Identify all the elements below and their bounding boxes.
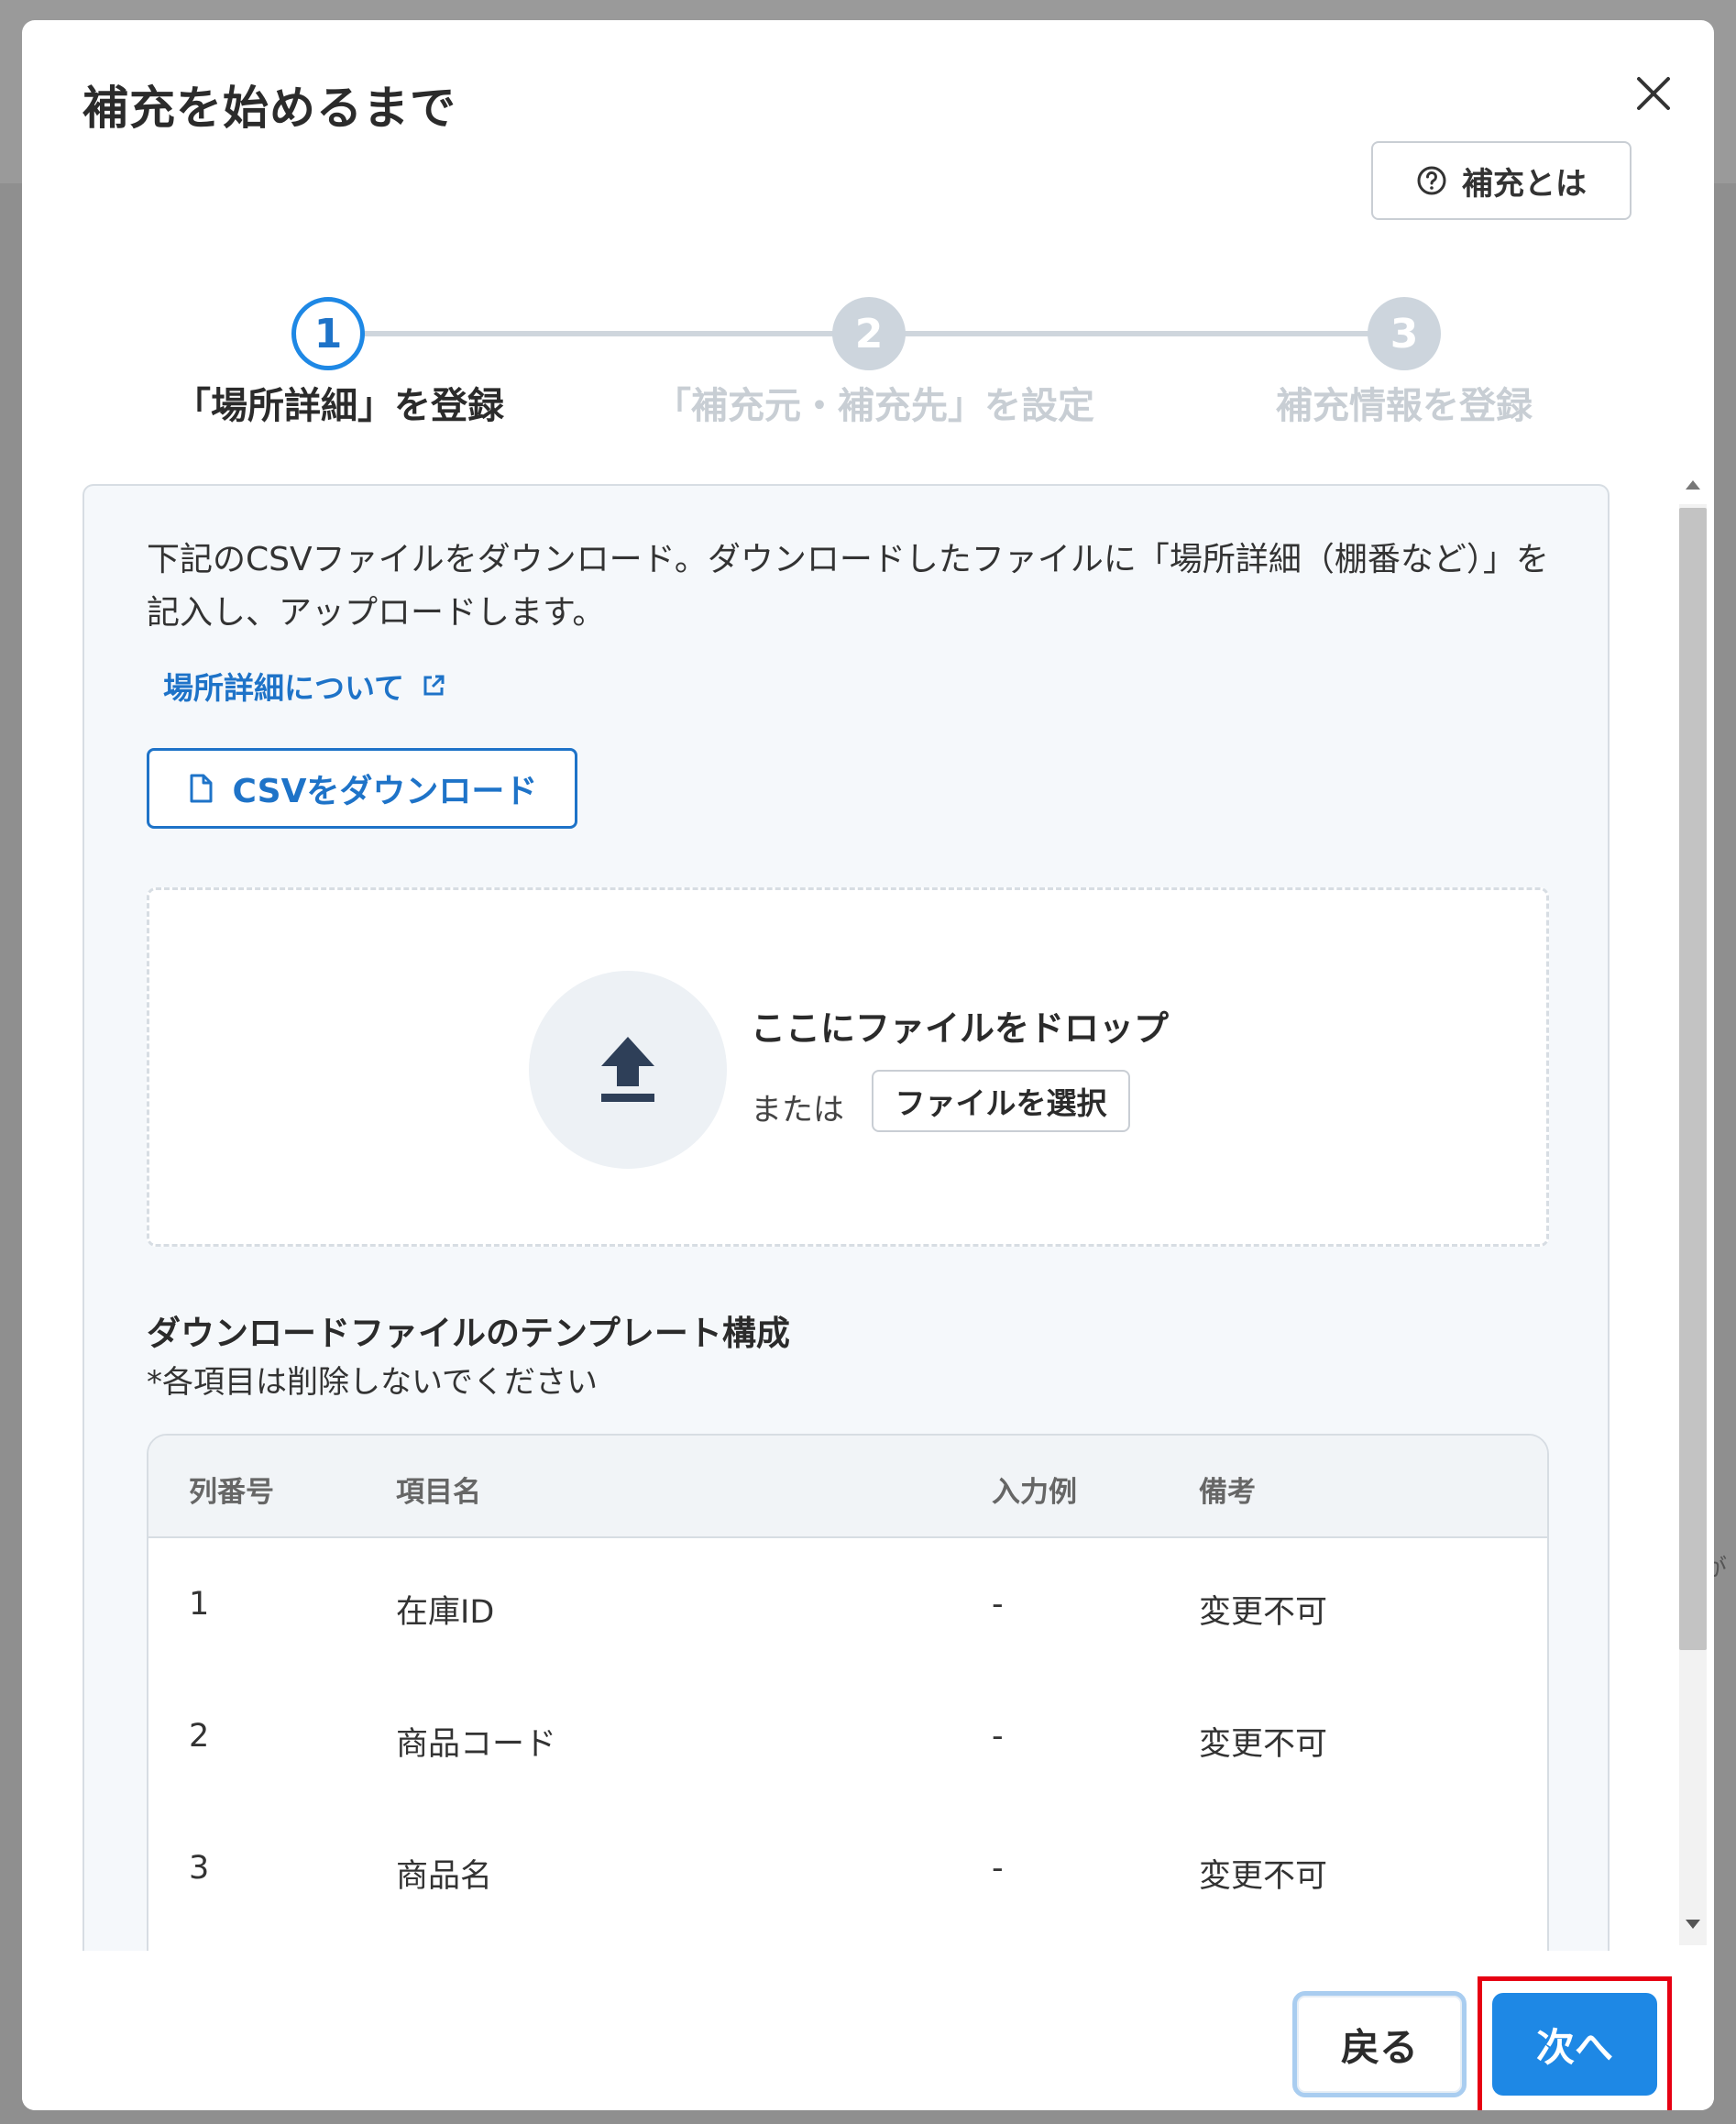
table-row: 1 在庫ID - 変更不可	[148, 1538, 1547, 1670]
location-details-link-label: 場所詳細について	[163, 670, 405, 706]
what-is-replenishment-button[interactable]: 補充とは	[1371, 141, 1632, 220]
external-link-icon	[423, 675, 445, 696]
modal-title: 補充を始めるまで	[82, 82, 456, 135]
scroll-down-button[interactable]	[1683, 1914, 1703, 1934]
step-connector-1	[312, 331, 854, 336]
back-button[interactable]: 戻る	[1292, 1991, 1467, 2097]
cell-item-name: 商品名	[396, 1858, 493, 1895]
dropzone-or-text: または	[751, 1092, 844, 1128]
replenishment-setup-modal: 補充を始めるまで 補充とは 1 「場所詳細」を登録 2 「補充元・補充先」を設定…	[22, 20, 1714, 2110]
step-2-label: 「補充元・補充先」を設定	[654, 385, 1094, 427]
question-circle-icon	[1417, 166, 1446, 195]
column-header-number: 列番号	[189, 1476, 274, 1509]
close-button[interactable]	[1617, 57, 1690, 130]
file-dropzone[interactable]: ここにファイルをドロップ または ファイルを選択	[147, 887, 1549, 1247]
cell-remarks: 変更不可	[1199, 1594, 1328, 1631]
column-header-item-name: 項目名	[396, 1476, 481, 1509]
caret-up-icon	[1686, 480, 1700, 490]
cell-example: -	[992, 1586, 1004, 1623]
upload-icon	[601, 1037, 654, 1102]
table-row: 3 商品名 - 変更不可	[148, 1802, 1547, 1934]
next-button[interactable]: 次へ	[1492, 1993, 1657, 2096]
location-details-link[interactable]: 場所詳細について	[163, 664, 446, 708]
template-table: 列番号 項目名 入力例 備考 1 在庫ID - 変更不可 2 商品コード - 変…	[147, 1434, 1549, 1951]
cell-item-name: 商品コード	[396, 1726, 557, 1763]
instruction-text: 下記のCSVファイルをダウンロード。ダウンロードしたファイルに「場所詳細（棚番な…	[147, 541, 1549, 632]
scrollbar-thumb[interactable]	[1679, 508, 1707, 1650]
step-2-indicator: 2	[832, 297, 906, 370]
select-file-button[interactable]: ファイルを選択	[872, 1070, 1130, 1132]
content-scrollbar[interactable]	[1672, 462, 1714, 1947]
step-1-label: 「場所詳細」を登録	[174, 385, 504, 427]
table-row: 2 商品コード - 変更不可	[148, 1670, 1547, 1802]
cell-number: 2	[189, 1718, 210, 1755]
cell-example: -	[992, 1718, 1004, 1755]
stepper: 1 「場所詳細」を登録 2 「補充元・補充先」を設定 3 補充情報を登録	[22, 268, 1714, 451]
close-icon	[1637, 77, 1670, 110]
file-icon	[190, 774, 213, 803]
modal-footer: 戻る 次へ	[22, 1951, 1714, 2110]
cell-example: -	[992, 1850, 1004, 1887]
cell-item-name: 在庫ID	[396, 1594, 495, 1631]
cell-number: 1	[189, 1586, 210, 1623]
upload-icon-container	[529, 971, 727, 1169]
step-1-indicator: 1	[291, 297, 365, 370]
table-header: 列番号 項目名 入力例 備考	[148, 1436, 1547, 1538]
cell-remarks: 変更不可	[1199, 1858, 1328, 1895]
download-csv-button[interactable]: CSVをダウンロード	[147, 748, 577, 829]
column-header-remarks: 備考	[1199, 1476, 1256, 1509]
step-connector-2	[854, 331, 1391, 336]
download-csv-label: CSVをダウンロード	[232, 773, 538, 810]
step-3-label: 補充情報を登録	[1276, 385, 1533, 427]
dropzone-title: ここにファイルをドロップ	[751, 1008, 1170, 1049]
step-3-indicator: 3	[1368, 297, 1441, 370]
template-section-title: ダウンロードファイルのテンプレート構成	[147, 1314, 790, 1353]
help-button-label: 補充とは	[1462, 165, 1587, 203]
scroll-up-button[interactable]	[1683, 475, 1703, 495]
cell-number: 3	[189, 1850, 210, 1887]
caret-down-icon	[1686, 1920, 1700, 1929]
column-header-example: 入力例	[992, 1476, 1077, 1509]
template-section-note: *各項目は削除しないでください	[147, 1364, 598, 1401]
step-content-panel: 下記のCSVファイルをダウンロード。ダウンロードしたファイルに「場所詳細（棚番な…	[82, 484, 1610, 1951]
cell-remarks: 変更不可	[1199, 1726, 1328, 1763]
